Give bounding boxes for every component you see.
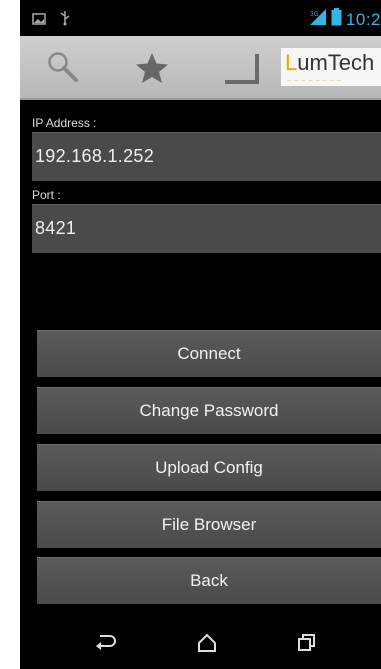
star-icon[interactable] [135,52,169,89]
upload-config-button[interactable]: Upload Config [37,444,381,491]
back-button[interactable]: Back [37,557,381,604]
home-icon[interactable] [196,632,218,659]
connect-button[interactable]: Connect [37,330,381,377]
ip-address-label: IP Address : [32,116,97,130]
ip-address-field[interactable]: 192.168.1.252 [32,132,381,181]
svg-text:3G: 3G [310,11,319,18]
port-field[interactable]: 8421 [32,204,381,253]
usb-icon [60,10,70,31]
action-bar: LumTech — — — — — — — — [20,36,381,100]
change-password-button[interactable]: Change Password [37,387,381,434]
port-label: Port : [32,188,61,202]
image-icon [32,12,46,30]
bracket-icon[interactable] [223,52,263,89]
ip-address-value: 192.168.1.252 [35,146,155,166]
status-time: 10:2 [345,9,381,29]
port-value: 8421 [35,218,77,238]
lumtech-logo: LumTech — — — — — — — — [281,48,381,86]
signal-icon: 3G [309,8,327,31]
battery-icon [331,8,342,31]
search-icon[interactable] [46,50,80,89]
status-bar: 3G 10:2 [20,0,381,36]
file-browser-button[interactable]: File Browser [37,501,381,548]
recent-apps-icon[interactable] [296,632,318,659]
app-screen: 3G 10:2 LumTech — — — — — — — — IP Addre… [20,0,381,669]
navigation-bar [20,618,381,669]
back-icon[interactable] [94,632,118,659]
